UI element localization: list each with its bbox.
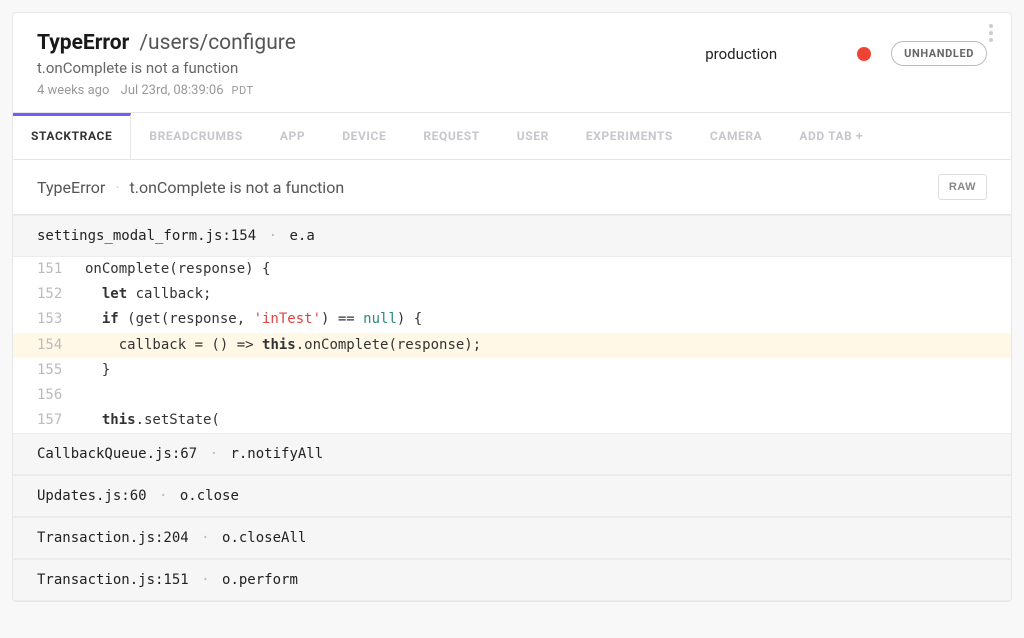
separator: · — [269, 228, 277, 244]
code-line: 155 } — [13, 358, 1011, 383]
separator: · — [115, 178, 119, 197]
code-line: 152 let callback; — [13, 282, 1011, 307]
frame-file: CallbackQueue.js:67 — [37, 446, 197, 462]
timestamp-row: 4 weeks ago Jul 23rd, 08:39:06 PDT — [37, 83, 987, 98]
summary-error-type: TypeError — [37, 178, 105, 197]
tab-request[interactable]: REQUEST — [405, 113, 498, 159]
code-line: 157 this.setState( — [13, 408, 1011, 433]
error-header: TypeError /users/configure t.onComplete … — [13, 13, 1011, 113]
environment-label: production — [705, 45, 777, 63]
tab-app[interactable]: APP — [262, 113, 324, 159]
line-number: 157 — [37, 408, 85, 433]
handled-pill: UNHANDLED — [891, 41, 987, 66]
tab-bar: STACKTRACEBREADCRUMBSAPPDEVICEREQUESTUSE… — [13, 113, 1011, 160]
separator: · — [201, 446, 226, 462]
line-number: 154 — [37, 333, 85, 358]
frame-function: o.close — [180, 488, 239, 504]
error-timezone: PDT — [232, 84, 254, 97]
code-content: } — [85, 358, 110, 383]
code-line: 154 callback = () => this.onComplete(res… — [13, 333, 1011, 358]
separator: · — [193, 572, 218, 588]
error-timestamp: Jul 23rd, 08:39:06 — [121, 83, 224, 98]
frame-function: e.a — [289, 228, 314, 244]
frame-file: Transaction.js:204 — [37, 530, 189, 546]
line-number: 151 — [37, 257, 85, 282]
stacktrace-summary: TypeError · t.onComplete is not a functi… — [13, 160, 1011, 215]
line-number: 156 — [37, 383, 85, 408]
separator: · — [193, 530, 218, 546]
code-line: 156 — [13, 383, 1011, 408]
code-content: this.setState( — [85, 408, 220, 433]
code-content: onComplete(response) { — [85, 257, 270, 282]
frame-file: Updates.js:60 — [37, 488, 147, 504]
summary-error-message: t.onComplete is not a function — [129, 178, 344, 197]
frame-file: Transaction.js:151 — [37, 572, 189, 588]
code-content: if (get(response, 'inTest') == null) { — [85, 307, 422, 332]
code-line: 151onComplete(response) { — [13, 257, 1011, 282]
line-number: 155 — [37, 358, 85, 383]
tab-add-tab-[interactable]: ADD TAB + — [781, 113, 882, 159]
code-line: 153 if (get(response, 'inTest') == null)… — [13, 307, 1011, 332]
stack-frame-header[interactable]: settings_modal_form.js:154 · e.a — [13, 215, 1011, 257]
stack-frame-header[interactable]: Transaction.js:151 · o.perform — [13, 559, 1011, 601]
tab-stacktrace[interactable]: STACKTRACE — [13, 113, 131, 159]
frame-function: o.perform — [222, 572, 298, 588]
raw-button[interactable]: RAW — [938, 174, 987, 200]
error-type: TypeError — [37, 31, 129, 55]
separator: · — [151, 488, 176, 504]
tab-breadcrumbs[interactable]: BREADCRUMBS — [131, 113, 262, 159]
tab-camera[interactable]: CAMERA — [692, 113, 782, 159]
line-number: 152 — [37, 282, 85, 307]
tab-device[interactable]: DEVICE — [324, 113, 405, 159]
tab-user[interactable]: USER — [499, 113, 568, 159]
status-dot-icon — [857, 47, 871, 61]
frame-function: o.closeAll — [222, 530, 306, 546]
tab-experiments[interactable]: EXPERIMENTS — [568, 113, 692, 159]
stack-frame-header[interactable]: Updates.js:60 · o.close — [13, 475, 1011, 517]
line-number: 153 — [37, 307, 85, 332]
error-panel: TypeError /users/configure t.onComplete … — [12, 12, 1012, 602]
stack-frame-header[interactable]: CallbackQueue.js:67 · r.notifyAll — [13, 433, 1011, 475]
error-age: 4 weeks ago — [37, 83, 109, 98]
code-block: 151onComplete(response) {152 let callbac… — [13, 257, 1011, 433]
error-path: /users/configure — [139, 31, 295, 55]
frame-function: r.notifyAll — [230, 446, 323, 462]
code-content: callback = () => this.onComplete(respons… — [85, 333, 481, 358]
frame-file: settings_modal_form.js:154 — [37, 228, 256, 244]
stack-frame-header[interactable]: Transaction.js:204 · o.closeAll — [13, 517, 1011, 559]
code-content: let callback; — [85, 282, 211, 307]
